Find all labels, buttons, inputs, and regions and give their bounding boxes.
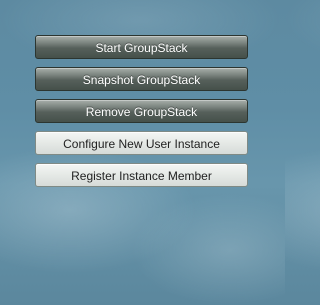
- remove-groupstack-button[interactable]: Remove GroupStack: [35, 99, 248, 123]
- action-button-panel: Start GroupStack Snapshot GroupStack Rem…: [35, 35, 248, 195]
- snapshot-groupstack-button[interactable]: Snapshot GroupStack: [35, 67, 248, 91]
- register-instance-member-button[interactable]: Register Instance Member: [35, 163, 248, 187]
- start-groupstack-button[interactable]: Start GroupStack: [35, 35, 248, 59]
- configure-new-user-instance-button[interactable]: Configure New User Instance: [35, 131, 248, 155]
